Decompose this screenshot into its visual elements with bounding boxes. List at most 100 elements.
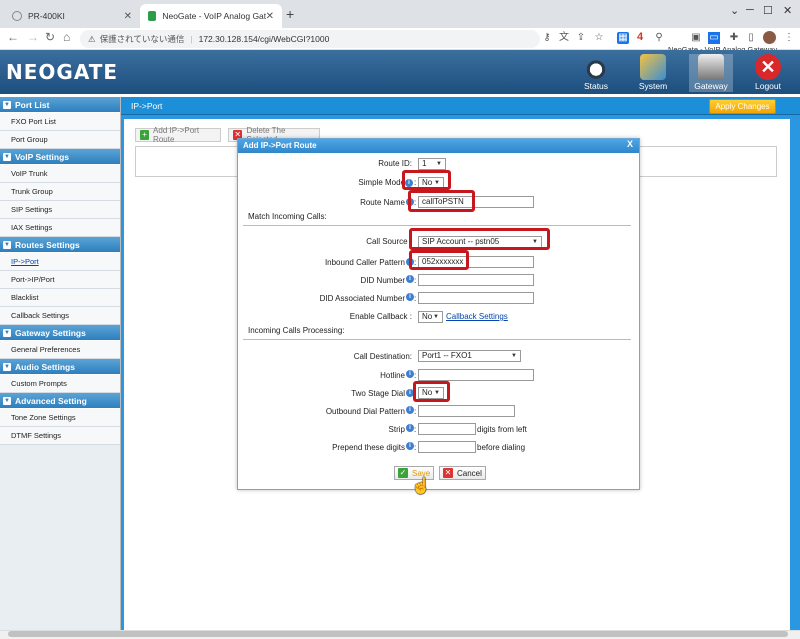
new-tab-icon[interactable]: + [286,6,294,22]
url-text: 172.30.128.154/cgi/WebCGI?1000 [198,34,330,44]
nav-system[interactable]: System [631,54,675,92]
sidebar-header-audio-settings[interactable]: ▼ Audio Settings [0,359,120,375]
window-close-icon[interactable]: ✕ [783,4,792,17]
translate-icon[interactable]: 文 [558,32,570,44]
select-value: No [422,312,433,321]
extension-box-icon[interactable]: ▣ [690,32,702,44]
call-destination-select[interactable]: Port1 -- FXO1 ▼ [418,350,521,362]
colon: : [414,294,417,303]
profile-avatar[interactable] [763,31,776,44]
sidebar-item-trunk-group[interactable]: Trunk Group [0,183,120,201]
route-id-select[interactable]: 1 ▼ [418,158,446,170]
strip-input[interactable] [418,423,476,435]
info-icon[interactable]: i [406,406,414,414]
sidebar-header-advanced-setting[interactable]: ▼ Advanced Setting [0,393,120,409]
warning-icon: ⚠ [88,33,96,44]
check-icon: ✓ [398,468,408,478]
sidebar-header-gateway-settings[interactable]: ▼ Gateway Settings [0,325,120,341]
sidebar-item-callback-settings[interactable]: Callback Settings [0,307,120,325]
sidepanel-icon[interactable]: ▯ [745,32,757,44]
sidebar-item-ip-port[interactable]: IP->Port [0,253,120,271]
info-icon[interactable]: i [406,442,414,450]
inbound-pattern-label: Inbound Caller Pattern [324,258,405,267]
sidebar-item-custom-prompts[interactable]: Custom Prompts [0,375,120,393]
browser-tab-pr400ki[interactable]: PR-400KI ✕ [4,4,140,28]
sidebar-header-label: Gateway Settings [15,327,86,338]
extensions-puzzle-icon[interactable]: ✚ [728,32,740,44]
callback-settings-link[interactable]: Callback Settings [446,312,508,321]
address-bar[interactable]: ⚠ 保護されていない通信 | 172.30.128.154/cgi/WebCGI… [80,30,540,48]
sidebar-header-label: Advanced Setting [15,395,87,406]
share-icon[interactable]: ⇪ [575,32,587,44]
did-assoc-input[interactable] [418,292,534,304]
sidebar-header-port-list[interactable]: ▼ Port List [0,97,120,113]
prepend-input[interactable] [418,441,476,453]
sidebar-header-routes-settings[interactable]: ▼ Routes Settings [0,237,120,253]
security-label: 保護されていない通信 [99,34,185,44]
sidebar: ▼ Port List FXO Port List Port Group ▼ VoI… [0,97,121,632]
minimize-icon[interactable]: ─ [746,4,754,16]
route-id-label: Route ID: [378,159,412,168]
pin-icon[interactable]: ⚲ [653,32,665,44]
home-icon[interactable]: ⌂ [63,30,70,44]
back-icon[interactable]: ← [7,30,19,44]
close-tab-icon[interactable]: ✕ [124,11,132,22]
hotline-input[interactable] [418,369,534,381]
call-source-label: Call Source : [366,237,412,246]
tab-title: NeoGate - VoIP Analog Gateway [162,11,266,21]
sidebar-item-iax-settings[interactable]: IAX Settings [0,219,120,237]
extension-badge[interactable]: 4 [634,31,646,43]
bookmark-star-icon[interactable]: ☆ [593,32,605,44]
key-icon[interactable]: ⚷ [541,32,553,44]
nav-gateway[interactable]: Gateway [689,54,733,92]
extension-calendar-icon[interactable]: ▦ [617,32,629,44]
simple-mode-label: Simple Mode [358,178,405,187]
scrollbar-thumb[interactable] [8,631,788,637]
cancel-button[interactable]: ✕ Cancel [439,466,486,480]
prepend-label: Prepend these digits [332,443,405,452]
colon: : [414,407,417,416]
sidebar-item-blacklist[interactable]: Blacklist [0,289,120,307]
strip-suffix: digits from left [477,425,527,434]
nav-logout[interactable]: ✕ Logout [746,54,790,92]
sidebar-item-fxo-port-list[interactable]: FXO Port List [0,113,120,131]
nav-label: Logout [755,81,781,91]
sidebar-item-port-ip-port[interactable]: Port->IP/Port [0,271,120,289]
nav-label: Gateway [694,81,728,91]
breadcrumb: IP->Port [131,101,163,111]
menu-kebab-icon[interactable]: ⋮ [783,32,795,44]
apply-changes-button[interactable]: Apply Changes [709,99,776,114]
outbound-pattern-input[interactable] [418,405,515,417]
info-icon[interactable]: i [406,370,414,378]
dialog-close-icon[interactable]: X [627,139,633,149]
tab-title: PR-400KI [28,11,65,21]
reload-icon[interactable]: ↻ [45,30,55,44]
forward-icon[interactable]: → [27,30,39,44]
prepend-suffix: before dialing [477,443,526,452]
info-icon[interactable]: i [406,293,414,301]
sidebar-item-port-group[interactable]: Port Group [0,131,120,149]
sidebar-item-voip-trunk[interactable]: VoIP Trunk [0,165,120,183]
maximize-icon[interactable]: ☐ [763,4,773,17]
nav-status[interactable]: Status [574,54,618,92]
tab-search-icon[interactable]: ⌄ [730,4,739,17]
extension-screen-icon[interactable]: ▭ [708,32,720,44]
browser-tab-neogate[interactable]: NeoGate - VoIP Analog Gateway ✕ [140,4,282,28]
button-label: Cancel [457,468,482,478]
info-icon[interactable]: i [406,275,414,283]
did-number-input[interactable] [418,274,534,286]
divider [243,225,631,226]
sidebar-item-dtmf-settings[interactable]: DTMF Settings [0,427,120,445]
enable-callback-select[interactable]: No ▼ [418,311,443,323]
add-route-button[interactable]: + Add IP->Port Route [135,126,221,144]
nav-label: Status [583,81,609,91]
close-tab-icon[interactable]: ✕ [266,11,274,22]
did-assoc-label: DID Associated Number [319,294,405,303]
highlight-box [413,381,450,402]
sidebar-item-tone-zone-settings[interactable]: Tone Zone Settings [0,409,120,427]
hand-cursor-icon: ☝ [411,478,431,495]
sidebar-item-general-preferences[interactable]: General Preferences [0,341,120,359]
sidebar-item-sip-settings[interactable]: SIP Settings [0,201,120,219]
sidebar-header-voip-settings[interactable]: ▼ VoIP Settings [0,149,120,165]
info-icon[interactable]: i [406,424,414,432]
